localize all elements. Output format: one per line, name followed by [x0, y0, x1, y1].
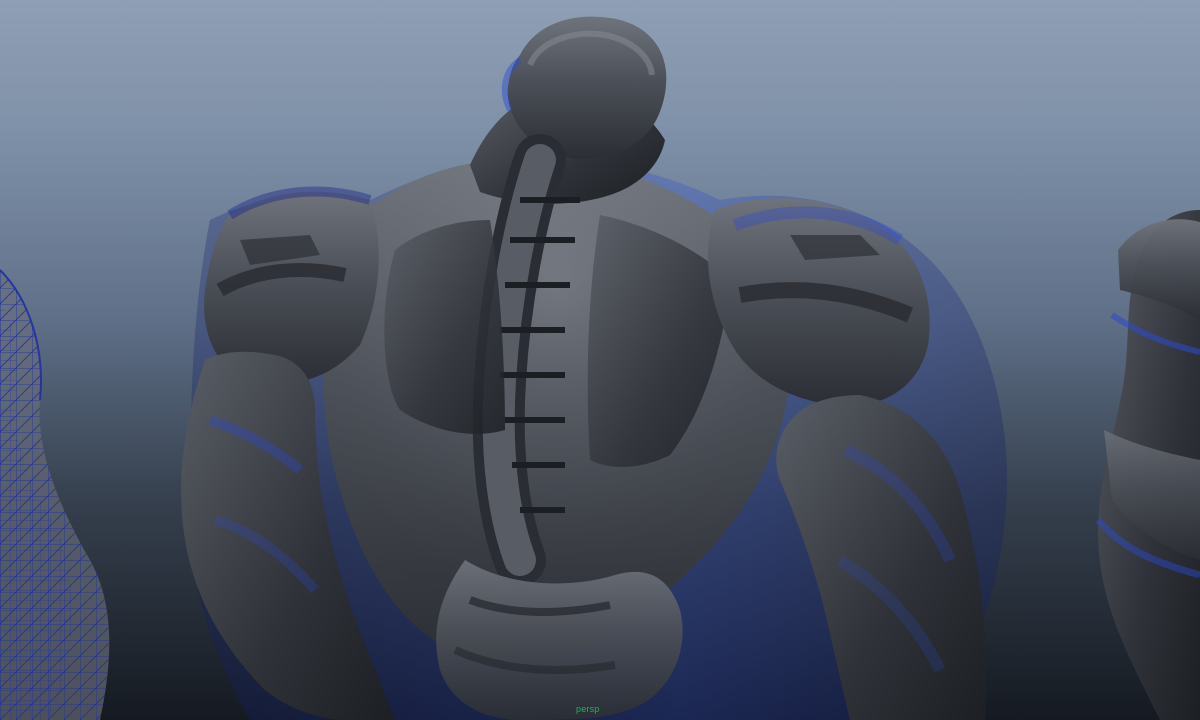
left-wireframe-model[interactable] — [0, 269, 110, 720]
main-robot-model[interactable] — [181, 16, 1008, 720]
lower-torso — [436, 560, 683, 720]
right-partial-model[interactable] — [1095, 210, 1200, 720]
camera-label: persp — [576, 704, 600, 714]
left-back-plate — [384, 220, 505, 434]
3d-scene[interactable] — [0, 0, 1200, 720]
maya-persp-viewport[interactable]: persp — [0, 0, 1200, 720]
